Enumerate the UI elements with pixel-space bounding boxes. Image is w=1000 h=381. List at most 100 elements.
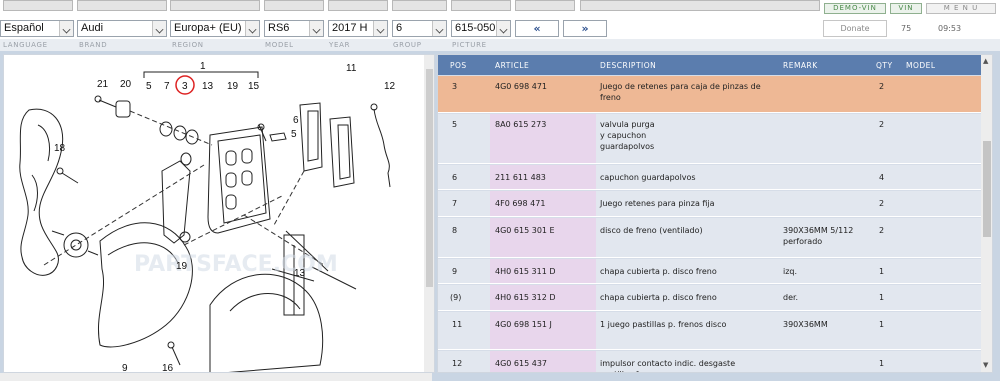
scroll-thumb[interactable]: [983, 141, 991, 237]
top-slot-9[interactable]: [580, 0, 820, 11]
callout-19: 19: [227, 81, 239, 92]
table-row[interactable]: 7 4F0 698 471 Juego retenes para pinza f…: [438, 191, 981, 217]
menu-button[interactable]: M E N U: [926, 3, 996, 14]
header-article[interactable]: ARTICLE: [495, 61, 529, 70]
brake-assembly-drawing[interactable]: PARTSFACE.COM 1 21 20 5 7 3 13 19 15 11 …: [4, 55, 424, 373]
chevron-down-icon[interactable]: [59, 21, 73, 36]
top-slot-2[interactable]: [77, 0, 167, 11]
picture-select[interactable]: 615-050: [451, 20, 511, 37]
chevron-down-icon[interactable]: [432, 21, 446, 36]
model-value: RS6: [268, 22, 290, 34]
callout-16: 16: [162, 363, 174, 373]
top-slot-3[interactable]: [170, 0, 260, 11]
callout-labels: 1 21 20 5 7 3 13 19 15 11 12 6 5 18 19 1…: [54, 61, 396, 373]
language-label: LANGUAGE: [3, 41, 48, 49]
table-row[interactable]: 9 4H0 615 311 D chapa cubierta p. disco …: [438, 259, 981, 284]
selector-labels: LANGUAGE BRAND REGION MODEL YEAR GROUP P…: [0, 39, 1000, 51]
row-qty: 2: [879, 120, 885, 129]
row-qty: 2: [879, 199, 885, 208]
callout-15: 15: [248, 81, 260, 92]
top-strip: DEMO-VIN VIN M E N U: [0, 0, 1000, 19]
callout-11: 11: [346, 63, 357, 74]
table-row[interactable]: 6 211 611 483 capuchon guardapolvos 4: [438, 165, 981, 190]
knuckle: [19, 108, 64, 276]
picture-value: 615-050: [455, 22, 496, 34]
top-slot-8[interactable]: [515, 0, 575, 11]
callout-13b: 13: [294, 268, 306, 279]
language-select[interactable]: Español: [0, 20, 74, 37]
row-article[interactable]: 4G0 615 301 E: [495, 225, 555, 236]
row-pos: 3: [452, 82, 458, 91]
table-row[interactable]: (9) 4H0 615 312 D chapa cubierta p. disc…: [438, 285, 981, 311]
brand-select[interactable]: Audi: [77, 20, 167, 37]
row-description: capuchon guardapolvos: [600, 173, 696, 182]
row-qty: 4: [879, 173, 885, 182]
row-article[interactable]: 211 611 483: [495, 172, 546, 183]
scroll-up-icon[interactable]: ▲: [983, 57, 988, 65]
row-description: disco de freno (ventilado): [600, 226, 703, 235]
diagram-horizontal-scrollbar[interactable]: [0, 373, 432, 381]
header-remark[interactable]: REMARK: [783, 61, 818, 70]
parts-vertical-scrollbar[interactable]: ▲ ▼: [981, 55, 992, 372]
chevron-down-icon[interactable]: [245, 21, 259, 36]
top-slot-4[interactable]: [264, 0, 324, 11]
diagram-vertical-scrollbar[interactable]: [424, 55, 434, 372]
model-select[interactable]: RS6: [264, 20, 324, 37]
table-row[interactable]: 11 4G0 698 151 J 1 juego pastillas p. fr…: [438, 312, 981, 350]
header-pos[interactable]: POS: [450, 61, 467, 70]
prev-picture-button[interactable]: «: [515, 20, 559, 37]
row-article[interactable]: 4F0 698 471: [495, 198, 545, 209]
brand-label: BRAND: [79, 41, 108, 49]
year-select[interactable]: 2017 H: [328, 20, 388, 37]
row-article[interactable]: 4H0 615 311 D: [495, 266, 556, 277]
chevron-down-icon[interactable]: [496, 21, 510, 36]
dust-shield: [97, 222, 193, 348]
row-remark: der.: [783, 293, 799, 302]
row-qty: 2: [879, 226, 885, 235]
group-value: 6: [396, 22, 403, 34]
callout-5: 5: [146, 81, 152, 92]
row-description: chapa cubierta p. disco freno: [600, 293, 717, 302]
selector-bar: Español Audi Europa+ (EU) RS6 2017 H 6 6…: [0, 19, 1000, 39]
row-description: Juego de retenes para caja de pinzas de …: [600, 82, 761, 102]
header-qty[interactable]: QTY: [876, 61, 893, 70]
parts-diagram[interactable]: PARTSFACE.COM 1 21 20 5 7 3 13 19 15 11 …: [3, 54, 435, 373]
callout-21: 21: [97, 79, 109, 90]
group-select[interactable]: 6: [392, 20, 447, 37]
table-row[interactable]: 3 4G0 698 471 Juego de retenes para caja…: [438, 76, 981, 113]
top-slot-7[interactable]: [451, 0, 511, 11]
top-slot-1[interactable]: [3, 0, 73, 11]
row-remark: 390X36MM 5/112 perforado: [783, 226, 854, 246]
group-label: GROUP: [393, 41, 422, 49]
row-article[interactable]: 4G0 698 471: [495, 81, 547, 92]
chevron-down-icon[interactable]: [152, 21, 166, 36]
chevron-down-icon[interactable]: [309, 21, 323, 36]
clock: 09:53: [938, 24, 962, 33]
scroll-down-icon[interactable]: ▼: [983, 361, 988, 369]
brand-value: Audi: [81, 22, 104, 34]
header-description[interactable]: DESCRIPTION: [600, 61, 656, 70]
row-article[interactable]: 4G0 615 437: [495, 358, 547, 369]
vin-button[interactable]: VIN: [890, 3, 922, 14]
region-select[interactable]: Europa+ (EU): [170, 20, 260, 37]
row-article[interactable]: 4H0 615 312 D: [495, 292, 556, 303]
row-remark: izq.: [783, 267, 798, 276]
top-slot-6[interactable]: [392, 0, 447, 11]
visit-counter: 75: [901, 24, 912, 33]
next-picture-button[interactable]: »: [563, 20, 607, 37]
donate-button[interactable]: Donate: [823, 20, 887, 37]
row-qty: 1: [879, 267, 885, 276]
watermark-text: PARTSFACE.COM: [134, 252, 338, 277]
row-qty: 2: [879, 82, 885, 91]
top-slot-5[interactable]: [328, 0, 388, 11]
demo-vin-button[interactable]: DEMO-VIN: [824, 3, 886, 14]
table-row[interactable]: 12 4G0 615 437 impulsor contacto indic. …: [438, 351, 981, 372]
chevron-down-icon[interactable]: [373, 21, 387, 36]
row-article[interactable]: 8A0 615 273: [495, 119, 546, 130]
table-row[interactable]: 8 4G0 615 301 E disco de freno (ventilad…: [438, 218, 981, 258]
header-model[interactable]: MODEL: [906, 61, 936, 70]
row-article[interactable]: 4G0 698 151 J: [495, 319, 552, 330]
table-row[interactable]: 5 8A0 615 273 valvula purga y capuchon g…: [438, 114, 981, 164]
callout-5b: 5: [291, 129, 297, 140]
scroll-thumb[interactable]: [426, 69, 433, 287]
